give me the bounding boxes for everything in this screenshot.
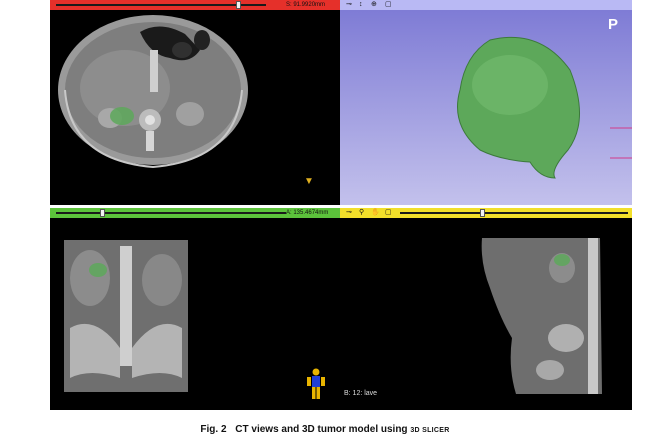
center-icon[interactable]: ⊕ [371, 0, 377, 10]
coronal-ct-image [64, 240, 188, 392]
sagittal-ct-image [481, 238, 602, 394]
orientation-marker-icon: ▼ [304, 176, 314, 187]
tumor-3d-model [457, 36, 632, 179]
sagittal-view-panel[interactable]: ⊸ ⚲ ✋ ▢ B: 12: lave [340, 208, 632, 410]
coronal-slice-offset: A: 135.4674mm [286, 210, 329, 216]
software-name: 3D SLICER [410, 427, 450, 434]
figure-label: Fig. 2 [200, 424, 227, 435]
3d-view-toolbar: ⊸ ↕ ⊕ ▢ [340, 0, 632, 10]
person-orientation-icon [307, 368, 325, 399]
sagittal-slice-slider[interactable] [480, 209, 485, 217]
axial-slice-track [56, 4, 266, 6]
axial-view-toolbar: S: 91.9920mm [50, 0, 340, 10]
coronal-view-toolbar: A: 135.4674mm [50, 208, 340, 218]
coronal-slice-slider[interactable] [100, 209, 105, 217]
orientation-label: P [608, 16, 619, 33]
figure-caption: Fig. 2 CT views and 3D tumor model using… [0, 424, 650, 435]
pin-icon[interactable]: ⊸ [346, 208, 352, 218]
coronal-slice-track [56, 212, 286, 214]
sagittal-view-toolbar: ⊸ ⚲ ✋ ▢ [340, 208, 632, 218]
sagittal-slice-track [400, 212, 628, 214]
pin-icon[interactable]: ⊸ [346, 0, 352, 10]
3d-view-panel[interactable]: ⊸ ↕ ⊕ ▢ P [340, 0, 632, 205]
eye-icon[interactable]: ↕ [359, 0, 363, 10]
axial-slice-offset: S: 91.9920mm [286, 2, 326, 8]
maximize-icon[interactable]: ▢ [385, 0, 392, 10]
hand-icon[interactable]: ✋ [371, 208, 380, 218]
maximize-icon[interactable]: ▢ [385, 208, 392, 218]
axial-ct-image [58, 15, 248, 169]
figure-text: CT views and 3D tumor model using [235, 424, 411, 435]
axial-view-panel[interactable]: S: 91.9920mm ▼ [50, 0, 340, 205]
axial-slice-slider[interactable] [236, 1, 241, 9]
link-icon[interactable]: ⚲ [359, 208, 364, 218]
slice-label: B: 12: lave [344, 390, 378, 397]
coronal-view-panel[interactable]: A: 135.4674mm [50, 208, 340, 410]
